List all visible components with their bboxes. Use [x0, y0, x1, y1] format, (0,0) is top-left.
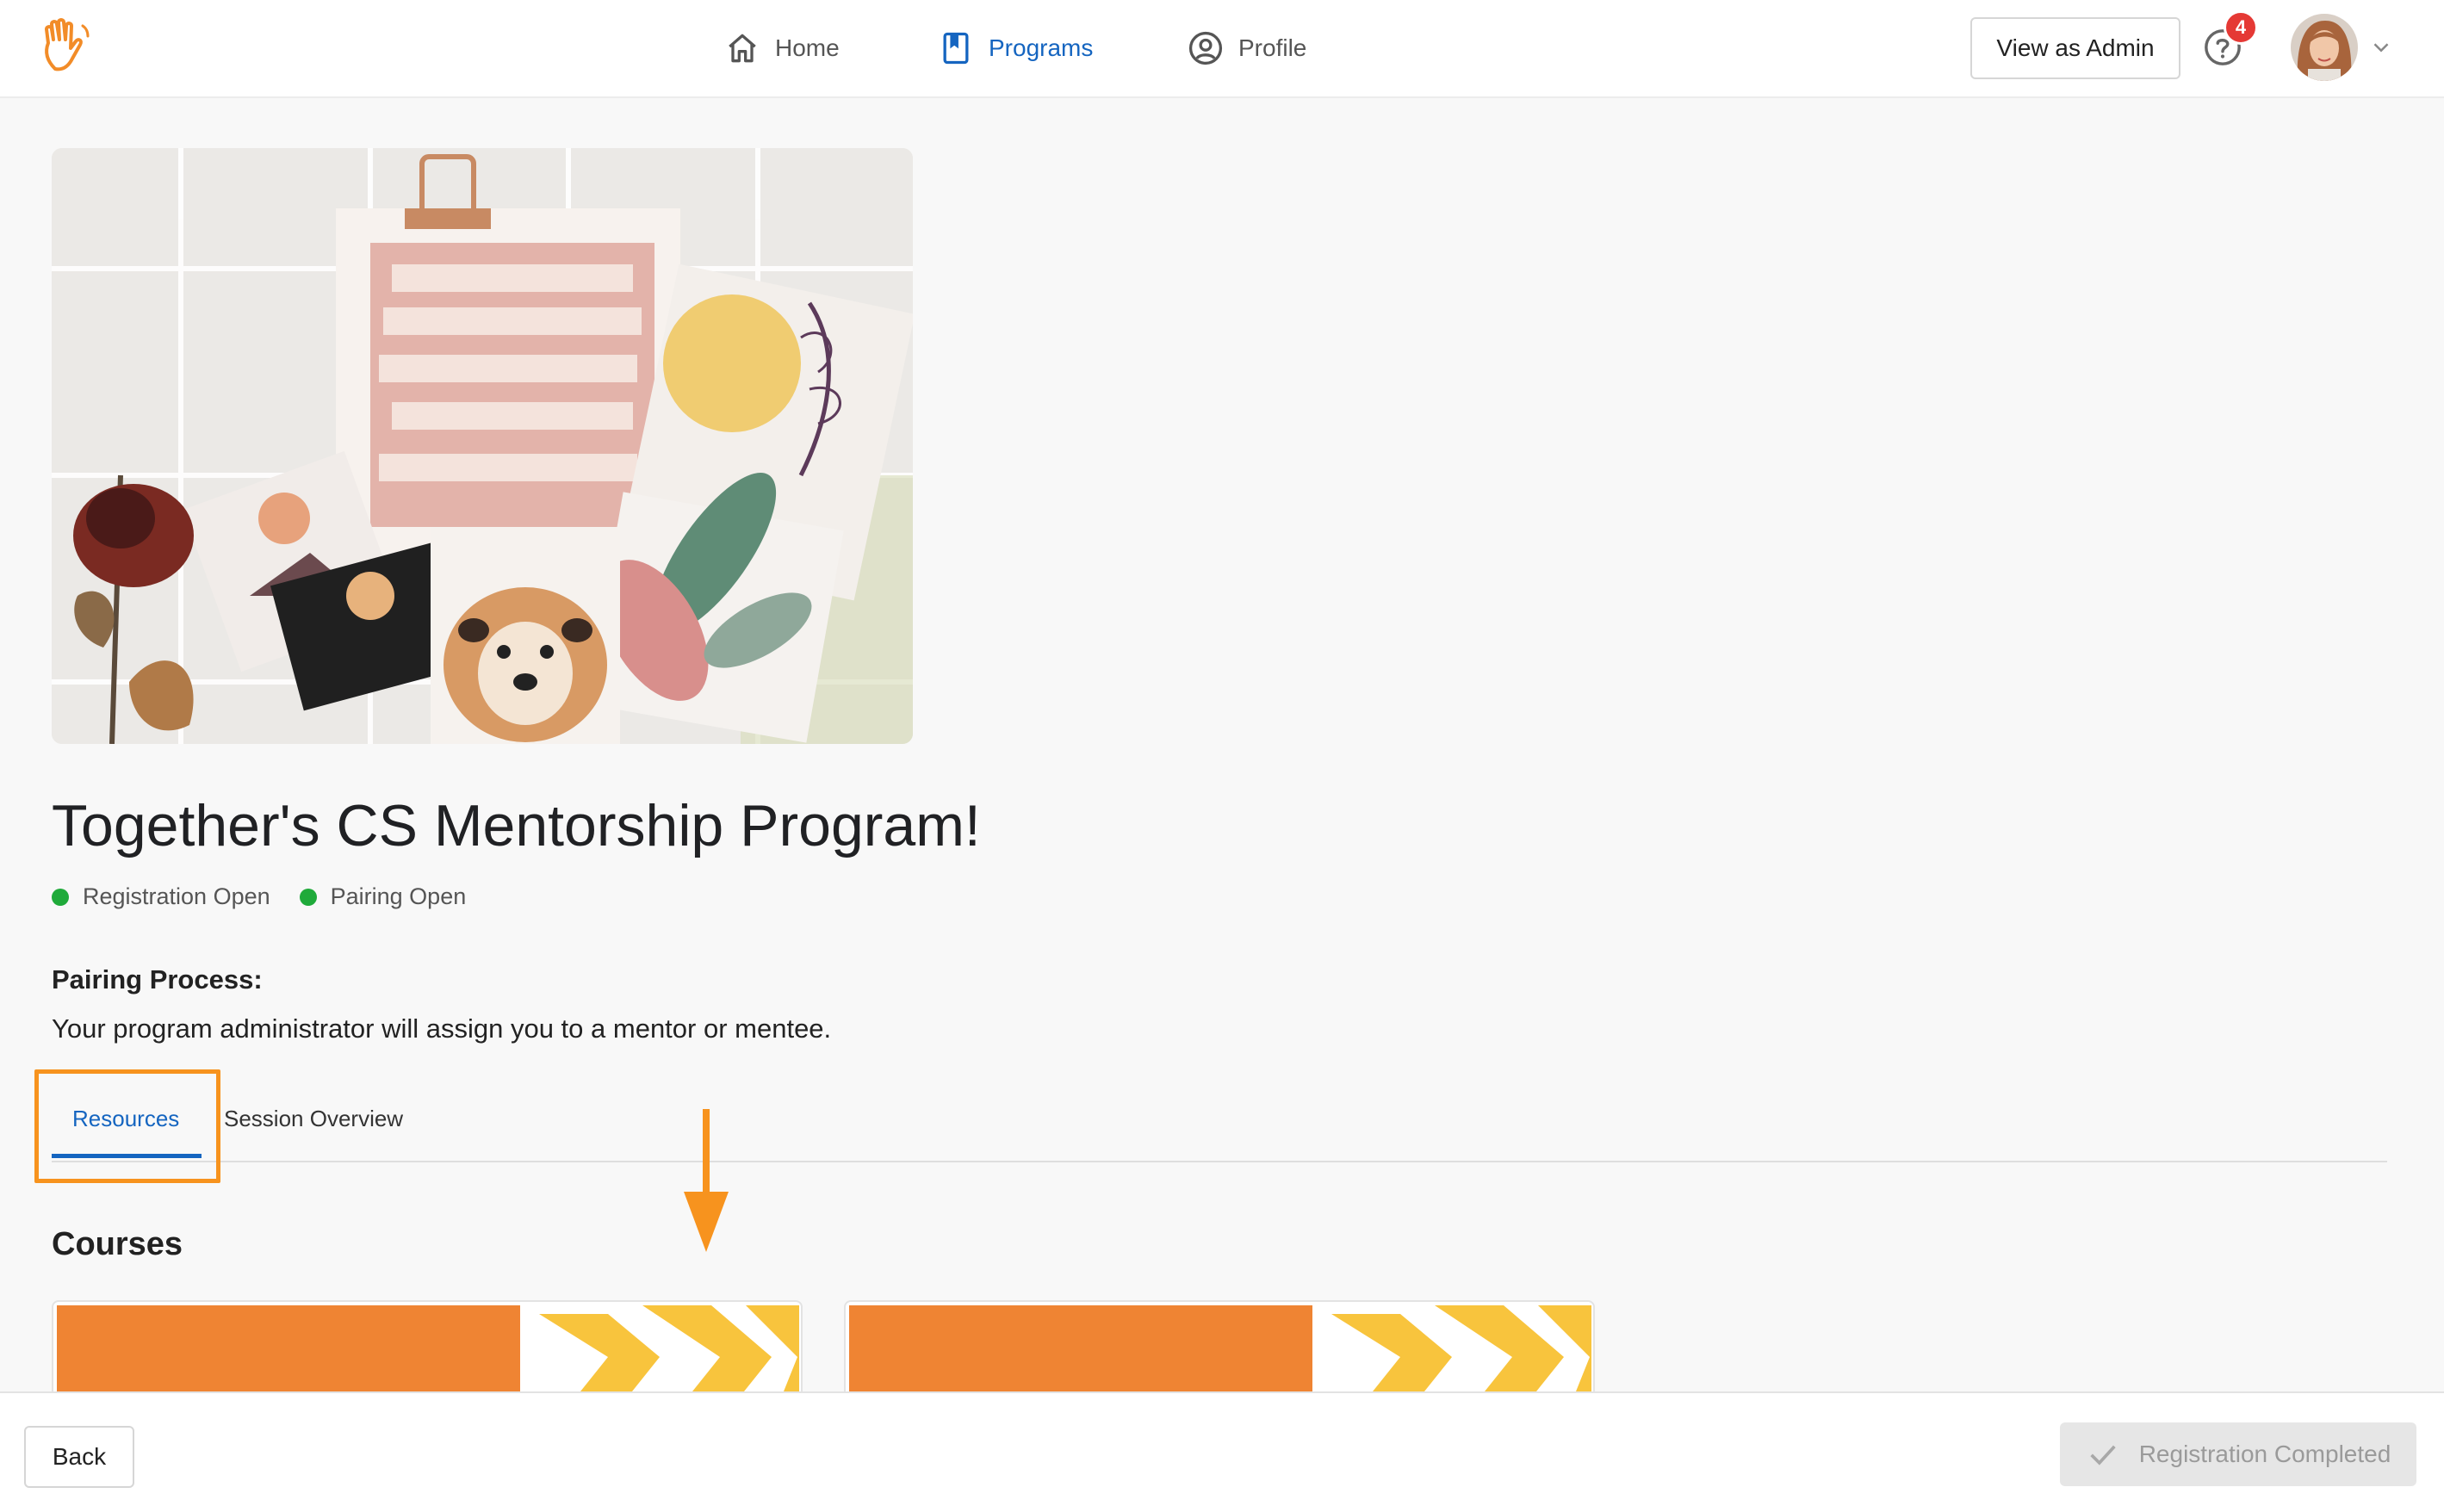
course-thumbnail: [57, 1305, 799, 1395]
waving-hand-logo-icon[interactable]: [40, 17, 95, 76]
bookmark-book-icon: [943, 32, 969, 65]
nav-home-label: Home: [775, 34, 840, 61]
user-circle-icon: [1188, 31, 1223, 65]
nav-profile[interactable]: Profile: [1187, 24, 1306, 72]
status-dot-icon: [52, 888, 69, 906]
course-thumbnail: [849, 1305, 1591, 1395]
footer-bar: Back Registration Completed: [0, 1391, 2444, 1512]
registration-completed-label: Registration Completed: [2138, 1441, 2391, 1467]
pairing-status: Pairing Open: [299, 883, 467, 910]
user-photo: [2291, 14, 2358, 81]
status-row: Registration Open Pairing Open: [52, 883, 495, 910]
tab-resources[interactable]: Resources: [72, 1106, 179, 1132]
course-card[interactable]: [52, 1300, 803, 1395]
arrow-down-icon: [684, 1109, 729, 1252]
registration-status-label: Registration Open: [83, 883, 270, 909]
course-card[interactable]: [844, 1300, 1595, 1395]
home-icon: [729, 34, 756, 63]
page-title: Together's CS Mentorship Program!: [52, 793, 981, 858]
pairing-process-heading: Pairing Process:: [52, 964, 263, 995]
program-cover-image: [52, 148, 913, 744]
avatar[interactable]: [2291, 14, 2358, 81]
active-tab-indicator: [52, 1154, 202, 1158]
registration-completed-button: Registration Completed: [2060, 1422, 2416, 1486]
top-navigation-bar: Home Programs Profile View as Admin 4: [0, 0, 2444, 98]
back-button[interactable]: Back: [24, 1426, 134, 1488]
courses-heading: Courses: [52, 1226, 183, 1262]
nav-programs[interactable]: Programs: [937, 24, 1093, 72]
program-tabs: Resources Session Overview: [52, 1068, 2387, 1162]
nav-profile-label: Profile: [1238, 34, 1307, 61]
registration-status: Registration Open: [52, 883, 270, 910]
nav-home[interactable]: Home: [723, 24, 840, 72]
status-dot-icon: [299, 888, 317, 906]
chevron-down-icon[interactable]: [2368, 34, 2394, 60]
nav-programs-label: Programs: [989, 34, 1094, 61]
pairing-status-label: Pairing Open: [330, 883, 467, 909]
pairing-process-description: Your program administrator will assign y…: [52, 1013, 832, 1044]
notification-badge: 4: [2224, 10, 2258, 45]
checkmark-icon: [2090, 1445, 2116, 1466]
view-as-admin-button[interactable]: View as Admin: [1970, 17, 2180, 79]
tab-session-overview[interactable]: Session Overview: [224, 1106, 403, 1132]
